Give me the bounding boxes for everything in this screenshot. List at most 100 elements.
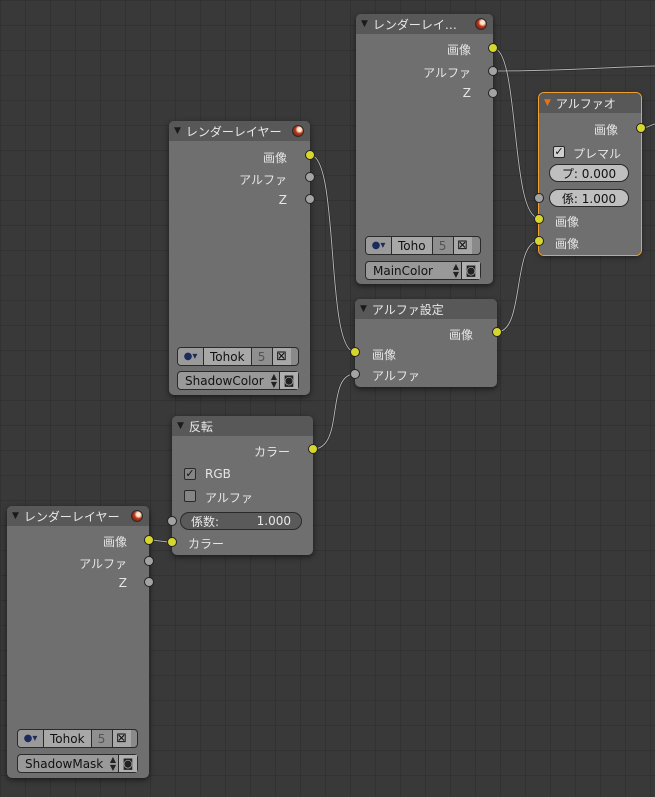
input-alpha-socket[interactable]: [350, 369, 360, 379]
node-header[interactable]: ▼ アルファ設定: [355, 299, 497, 319]
camera-icon[interactable]: ◙: [461, 262, 480, 279]
output-image-label: 画像: [446, 43, 471, 57]
alpha-label: アルファ: [205, 491, 253, 505]
layer-name[interactable]: ShadowColor: [178, 374, 269, 388]
output-alpha-socket[interactable]: [144, 556, 154, 566]
scene-users: 5: [91, 730, 113, 747]
close-icon[interactable]: ⊠: [453, 237, 472, 254]
alpha-checkbox[interactable]: [184, 490, 196, 502]
output-color-label: カラー: [253, 445, 290, 459]
factor-label: 係数:: [191, 514, 220, 529]
collapse-triangle-icon[interactable]: ▼: [544, 98, 551, 108]
input-image-socket[interactable]: [350, 347, 360, 357]
factor-field[interactable]: 係: 1.000: [549, 189, 629, 207]
close-icon[interactable]: ⊠: [112, 730, 131, 747]
scene-selector[interactable]: ●▾ Tohok 5 ⊠: [177, 347, 299, 366]
input-color-socket[interactable]: [167, 537, 177, 547]
scene-name[interactable]: Tohok: [44, 730, 92, 747]
render-layers-node-shadowmask[interactable]: ▼ レンダーレイヤー 画像 アルファ Z ●▾ Tohok 5 ⊠ Shadow…: [7, 506, 154, 778]
alpha-over-node[interactable]: ▼ アルファオ 画像 ✓ プレマル プ: 0.000 係: 1.000 画像 画…: [534, 92, 646, 256]
collapse-triangle-icon[interactable]: ▼: [12, 511, 19, 521]
input-image2-label: 画像: [555, 237, 580, 251]
scene-icon[interactable]: ●▾: [178, 348, 204, 365]
scene-users: 5: [432, 237, 454, 254]
link-main-image-to-alphaover: [492, 47, 540, 219]
input-alpha-label: アルファ: [372, 369, 420, 383]
premul-label: プレマル: [573, 147, 622, 161]
scene-selector[interactable]: ●▾ Toho 5 ⊠: [365, 236, 481, 255]
node-title: レンダーレイヤー: [185, 124, 282, 139]
factor-value: 1.000: [256, 514, 291, 528]
input-image1-label: 画像: [555, 215, 580, 229]
input-image2-socket[interactable]: [534, 236, 544, 246]
camera-icon[interactable]: ◙: [279, 372, 298, 389]
node-header[interactable]: ▼ アルファオ: [539, 93, 641, 113]
node-title: レンダーレイ…: [372, 17, 457, 32]
output-z-socket[interactable]: [488, 88, 498, 98]
output-image-socket[interactable]: [305, 150, 315, 160]
output-image-socket[interactable]: [636, 123, 646, 133]
collapse-triangle-icon[interactable]: ▼: [174, 126, 181, 136]
camera-icon[interactable]: ◙: [118, 755, 137, 772]
layer-selector[interactable]: ShadowMask ▲ ▼ ◙: [17, 754, 138, 773]
scene-selector[interactable]: ●▾ Tohok 5 ⊠: [17, 729, 138, 748]
collapse-triangle-icon[interactable]: ▼: [360, 304, 367, 314]
input-color-label: カラー: [188, 537, 225, 551]
output-z-label: Z: [462, 86, 471, 100]
node-header[interactable]: ▼ 反転: [172, 416, 313, 436]
scene-icon[interactable]: ●▾: [18, 730, 44, 747]
updown-arrow-icon[interactable]: ▲ ▼: [451, 262, 461, 279]
output-alpha-socket[interactable]: [488, 66, 498, 76]
collapse-triangle-icon[interactable]: ▼: [177, 421, 184, 431]
set-alpha-node[interactable]: ▼ アルファ設定 画像 画像 アルファ: [350, 299, 502, 387]
layer-selector[interactable]: MainColor ▲ ▼ ◙: [365, 261, 481, 280]
link-setalpha-image-to-alphaover: [496, 240, 540, 333]
close-icon[interactable]: ⊠: [272, 348, 291, 365]
factor-field[interactable]: 係数: 1.000: [180, 512, 302, 530]
input-image-label: 画像: [372, 348, 397, 362]
output-z-socket[interactable]: [305, 194, 315, 204]
node-header[interactable]: ▼ レンダーレイヤー: [169, 121, 310, 141]
output-z-label: Z: [118, 576, 127, 590]
scene-users: 5: [251, 348, 273, 365]
input-image1-socket[interactable]: [534, 214, 544, 224]
scene-name[interactable]: Toho: [392, 237, 433, 254]
layer-name[interactable]: ShadowMask: [18, 757, 108, 771]
node-title: アルファオ: [555, 96, 616, 111]
output-image-label: 画像: [102, 535, 127, 549]
input-factor-socket[interactable]: [167, 516, 177, 526]
output-image-socket[interactable]: [492, 327, 502, 337]
invert-node[interactable]: ▼ 反転 カラー ✓ RGB アルファ 係数: 1.000 カラー: [167, 416, 318, 555]
output-image-socket[interactable]: [488, 43, 498, 53]
link-shadowcolor-image-to-setalpha: [309, 154, 356, 353]
output-alpha-label: アルファ: [423, 66, 471, 80]
premul-checkbox[interactable]: ✓: [553, 146, 565, 158]
render-layer-icon: [292, 125, 304, 137]
render-layer-icon: [475, 18, 487, 30]
updown-arrow-icon[interactable]: ▲ ▼: [269, 372, 279, 389]
scene-name[interactable]: Tohok: [204, 348, 252, 365]
link-invert-color-to-setalpha: [312, 373, 356, 450]
node-header[interactable]: ▼ レンダーレイ…: [356, 14, 493, 34]
layer-selector[interactable]: ShadowColor ▲ ▼ ◙: [177, 371, 299, 390]
rgb-checkbox[interactable]: ✓: [184, 468, 196, 480]
output-image-label: 画像: [262, 151, 287, 165]
output-color-socket[interactable]: [308, 444, 318, 454]
output-alpha-label: アルファ: [239, 173, 287, 187]
collapse-triangle-icon[interactable]: ▼: [361, 19, 368, 29]
output-image-socket[interactable]: [144, 535, 154, 545]
render-layers-node-shadowcolor[interactable]: ▼ レンダーレイヤー 画像 アルファ Z ●▾ Tohok 5 ⊠ Shadow…: [169, 121, 315, 395]
node-title: アルファ設定: [371, 302, 444, 317]
layer-name[interactable]: MainColor: [366, 264, 451, 278]
scene-icon[interactable]: ●▾: [366, 237, 392, 254]
updown-arrow-icon[interactable]: ▲ ▼: [108, 755, 118, 772]
input-factor-socket[interactable]: [534, 193, 544, 203]
output-alpha-socket[interactable]: [305, 172, 315, 182]
render-layer-icon: [131, 510, 143, 522]
node-title: レンダーレイヤー: [23, 509, 120, 524]
render-layers-node-maincolor[interactable]: ▼ レンダーレイ… 画像 アルファ Z ●▾ Toho 5 ⊠ MainColo…: [356, 14, 498, 284]
output-z-socket[interactable]: [144, 577, 154, 587]
node-title: 反転: [188, 419, 213, 434]
node-header[interactable]: ▼ レンダーレイヤー: [7, 506, 149, 526]
premul-value-field[interactable]: プ: 0.000: [549, 164, 629, 182]
